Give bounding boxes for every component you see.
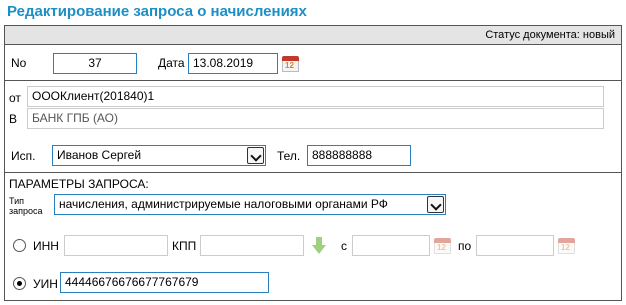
date-from-field[interactable] xyxy=(352,235,430,256)
calendar-icon[interactable]: 12 xyxy=(282,56,299,72)
request-type-select[interactable]: начисления, администрируемые налоговыми … xyxy=(54,194,446,215)
params-section-label: ПАРАМЕТРЫ ЗАПРОСА: xyxy=(9,177,149,191)
chevron-down-icon[interactable] xyxy=(427,196,444,213)
calendar-icon[interactable]: 12 xyxy=(434,238,451,254)
from-label: от xyxy=(9,91,21,105)
executor-label: Исп. xyxy=(11,149,36,163)
date-label: Дата xyxy=(158,56,185,70)
divider xyxy=(5,80,621,81)
number-label: No xyxy=(11,56,27,70)
divider xyxy=(5,172,621,173)
executor-select-value: Иванов Сергей xyxy=(57,148,142,162)
kpp-label: КПП xyxy=(172,239,197,253)
date-field[interactable]: 13.08.2019 xyxy=(188,53,278,74)
request-type-value: начисления, администрируемые налоговыми … xyxy=(59,197,388,211)
number-field[interactable]: 37 xyxy=(53,53,137,74)
request-type-label-line1: Тип xyxy=(9,196,25,206)
executor-select[interactable]: Иванов Сергей xyxy=(52,145,266,166)
date-to-label: по xyxy=(458,239,472,253)
inn-field[interactable] xyxy=(64,235,168,256)
request-type-label: Тип запроса xyxy=(9,196,43,216)
bank-field: БАНК ГПБ (АО) xyxy=(27,108,604,129)
uin-label: УИН xyxy=(33,277,58,291)
request-type-label-line2: запроса xyxy=(9,206,43,216)
inn-label: ИНН xyxy=(33,239,59,253)
date-to-field[interactable] xyxy=(476,235,554,256)
uin-radio[interactable] xyxy=(13,277,26,290)
from-field[interactable]: ОООКлиент(201840)1 xyxy=(27,86,604,107)
inn-radio[interactable] xyxy=(13,239,26,252)
bank-label: В xyxy=(9,112,18,126)
date-from-label: с xyxy=(341,239,347,253)
status-bar: Статус документа: новый xyxy=(5,26,621,45)
phone-field[interactable]: 888888888 xyxy=(307,145,411,166)
calendar-icon[interactable]: 12 xyxy=(558,238,575,254)
phone-label: Тел. xyxy=(277,149,301,163)
status-badge: Статус документа: новый xyxy=(485,29,615,41)
uin-field[interactable]: 44446676676677767679 xyxy=(60,272,269,293)
arrow-down-icon[interactable] xyxy=(312,237,326,254)
kpp-field[interactable] xyxy=(200,235,304,256)
chevron-down-icon[interactable] xyxy=(247,147,264,164)
page-title: Редактирование запроса о начислениях xyxy=(7,3,307,20)
